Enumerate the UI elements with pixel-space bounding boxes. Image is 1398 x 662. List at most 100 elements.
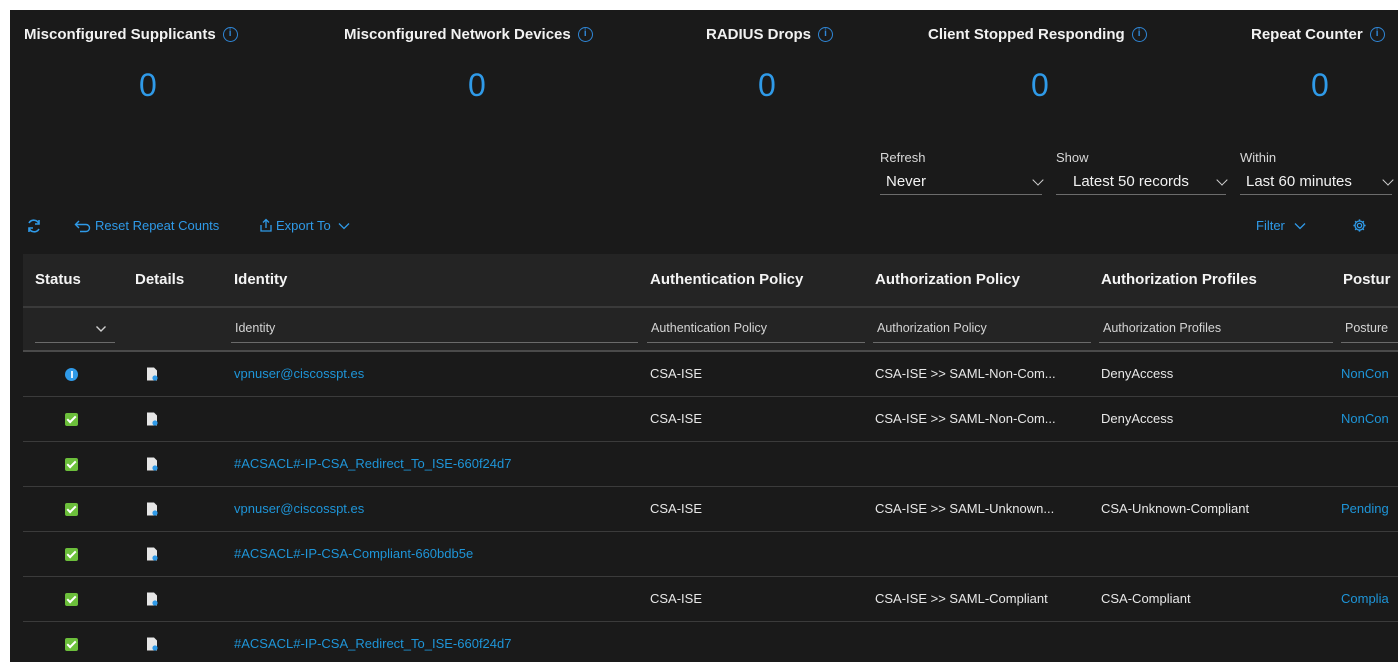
table-row[interactable]: vpnuser@ciscosspt.es CSA-ISE CSA-ISE >> SA… (23, 487, 1398, 532)
details-icon[interactable] (146, 457, 158, 471)
counter-repeat-counter: Repeat Counter i 0 (1251, 10, 1398, 120)
identity-link[interactable]: vpnuser@ciscosspt.es (234, 487, 634, 531)
filter-button[interactable]: Filter (1256, 218, 1307, 233)
column-header-posture[interactable]: Postur (1343, 254, 1391, 306)
details-icon[interactable] (146, 547, 158, 561)
info-icon[interactable]: i (1369, 27, 1385, 42)
counter-value[interactable]: 0 (758, 67, 776, 104)
live-logs-table: Status Details Identity Authentication P… (23, 254, 1398, 662)
identity-link[interactable] (234, 577, 634, 621)
status-success-icon (65, 548, 78, 561)
authentication-policy-cell (650, 442, 865, 486)
refresh-label: Refresh (880, 150, 926, 165)
undo-icon (74, 220, 91, 232)
column-header-authorization-policy[interactable]: Authorization Policy (875, 254, 1020, 306)
status-success-icon (65, 503, 78, 516)
details-icon[interactable] (146, 367, 158, 381)
identity-link[interactable] (234, 397, 634, 441)
identity-link[interactable]: #ACSACL#-IP-CSA_Redirect_To_ISE-660f24d7 (234, 622, 634, 662)
authentication-policy-cell: CSA-ISE (650, 411, 703, 426)
filter-label: Filter (1256, 218, 1285, 233)
table-row[interactable]: #ACSACL#-IP-CSA-Compliant-660bdb5e (23, 532, 1398, 577)
authorization-profiles-cell (1101, 442, 1331, 486)
authorization-profiles-cell (1101, 532, 1331, 576)
table-body: vpnuser@ciscosspt.es CSA-ISE CSA-ISE >> SA… (23, 352, 1398, 662)
authorization-policy-cell: CSA-ISE >> SAML-Compliant (875, 591, 1048, 606)
identity-filter-input[interactable]: Identity (231, 315, 638, 343)
posture-filter-input[interactable]: Posture (1341, 315, 1398, 343)
filter-row: Identity Authentication Policy Authoriza… (23, 306, 1398, 352)
counter-misconfigured-network-devices: Misconfigured Network Devices i 0 (344, 10, 664, 120)
identity-link[interactable]: #ACSACL#-IP-CSA_Redirect_To_ISE-660f24d7 (234, 442, 634, 486)
status-filter-select[interactable] (35, 315, 115, 343)
info-icon[interactable]: i (818, 27, 834, 42)
show-label: Show (1056, 150, 1089, 165)
chevron-down-icon (1382, 173, 1394, 186)
authorization-policy-filter-input[interactable]: Authorization Policy (873, 315, 1091, 343)
live-logs-panel: Misconfigured Supplicants i 0 Misconfigur… (10, 10, 1398, 662)
column-header-identity[interactable]: Identity (234, 254, 287, 306)
within-value: Last 60 minutes (1246, 173, 1352, 190)
authorization-policy-cell (875, 622, 1093, 662)
counter-title: Misconfigured Network Devices (344, 26, 571, 43)
authentication-policy-cell: CSA-ISE (650, 591, 703, 606)
authorization-profiles-cell: CSA-Compliant (1101, 591, 1191, 606)
reset-repeat-counts-button[interactable]: Reset Repeat Counts (74, 218, 219, 233)
status-info-icon (65, 368, 78, 381)
posture-link[interactable] (1341, 622, 1398, 662)
authorization-profiles-filter-input[interactable]: Authorization Profiles (1099, 315, 1333, 343)
within-label: Within (1240, 150, 1277, 165)
refresh-button[interactable] (26, 218, 42, 234)
table-header: Status Details Identity Authentication P… (23, 254, 1398, 306)
refresh-select[interactable]: Refresh Never (880, 150, 1044, 195)
authorization-policy-cell: CSA-ISE >> SAML-Non-Com... (875, 366, 1056, 381)
table-row[interactable]: CSA-ISE CSA-ISE >> SAML-Non-Com... DenyAcc… (23, 397, 1398, 442)
table-row[interactable]: vpnuser@ciscosspt.es CSA-ISE CSA-ISE >> SA… (23, 352, 1398, 397)
details-icon[interactable] (146, 637, 158, 651)
table-row[interactable]: #ACSACL#-IP-CSA_Redirect_To_ISE-660f24d7 (23, 442, 1398, 487)
identity-link[interactable]: vpnuser@ciscosspt.es (234, 352, 634, 396)
authentication-policy-filter-input[interactable]: Authentication Policy (647, 315, 865, 343)
info-icon[interactable]: i (222, 27, 238, 42)
counter-value[interactable]: 0 (468, 67, 486, 104)
identity-link[interactable]: #ACSACL#-IP-CSA-Compliant-660bdb5e (234, 532, 634, 576)
status-success-icon (65, 638, 78, 651)
counter-value[interactable]: 0 (139, 67, 157, 104)
posture-link[interactable]: Complia (1341, 577, 1398, 621)
posture-link[interactable]: NonCon (1341, 352, 1398, 396)
column-header-authorization-profiles[interactable]: Authorization Profiles (1101, 254, 1257, 306)
details-icon[interactable] (146, 412, 158, 426)
counter-value[interactable]: 0 (1311, 67, 1329, 104)
table-row[interactable]: CSA-ISE CSA-ISE >> SAML-Compliant CSA-Comp… (23, 577, 1398, 622)
authorization-profiles-cell: DenyAccess (1101, 366, 1174, 381)
info-icon[interactable]: i (1131, 27, 1147, 42)
show-select[interactable]: Show Latest 50 records (1056, 150, 1228, 195)
within-select[interactable]: Within Last 60 minutes (1240, 150, 1394, 195)
posture-link[interactable] (1341, 442, 1398, 486)
reset-repeat-counts-label: Reset Repeat Counts (95, 218, 220, 233)
counter-title: Client Stopped Responding (928, 26, 1125, 43)
status-success-icon (65, 458, 78, 471)
status-success-icon (65, 413, 78, 426)
posture-link[interactable]: Pending (1341, 487, 1398, 531)
counter-title: Misconfigured Supplicants (24, 26, 216, 43)
counter-value[interactable]: 0 (1031, 67, 1049, 104)
details-icon[interactable] (146, 592, 158, 606)
chevron-down-icon (96, 326, 106, 332)
authentication-policy-cell (650, 532, 865, 576)
export-to-button[interactable]: Export To (258, 218, 351, 233)
table-row[interactable]: #ACSACL#-IP-CSA_Redirect_To_ISE-660f24d7 (23, 622, 1398, 662)
details-icon[interactable] (146, 502, 158, 516)
info-icon[interactable]: i (577, 27, 593, 42)
authorization-policy-cell (875, 532, 1093, 576)
posture-link[interactable]: NonCon (1341, 397, 1398, 441)
counter-title: Repeat Counter (1251, 26, 1363, 43)
posture-link[interactable] (1341, 532, 1398, 576)
authentication-policy-cell: CSA-ISE (650, 366, 703, 381)
settings-button[interactable] (1352, 218, 1367, 233)
column-header-details[interactable]: Details (135, 254, 184, 306)
counter-radius-drops: RADIUS Drops i 0 (706, 10, 906, 120)
column-header-status[interactable]: Status (35, 254, 81, 306)
column-header-authentication-policy[interactable]: Authentication Policy (650, 254, 803, 306)
export-icon (260, 218, 272, 232)
